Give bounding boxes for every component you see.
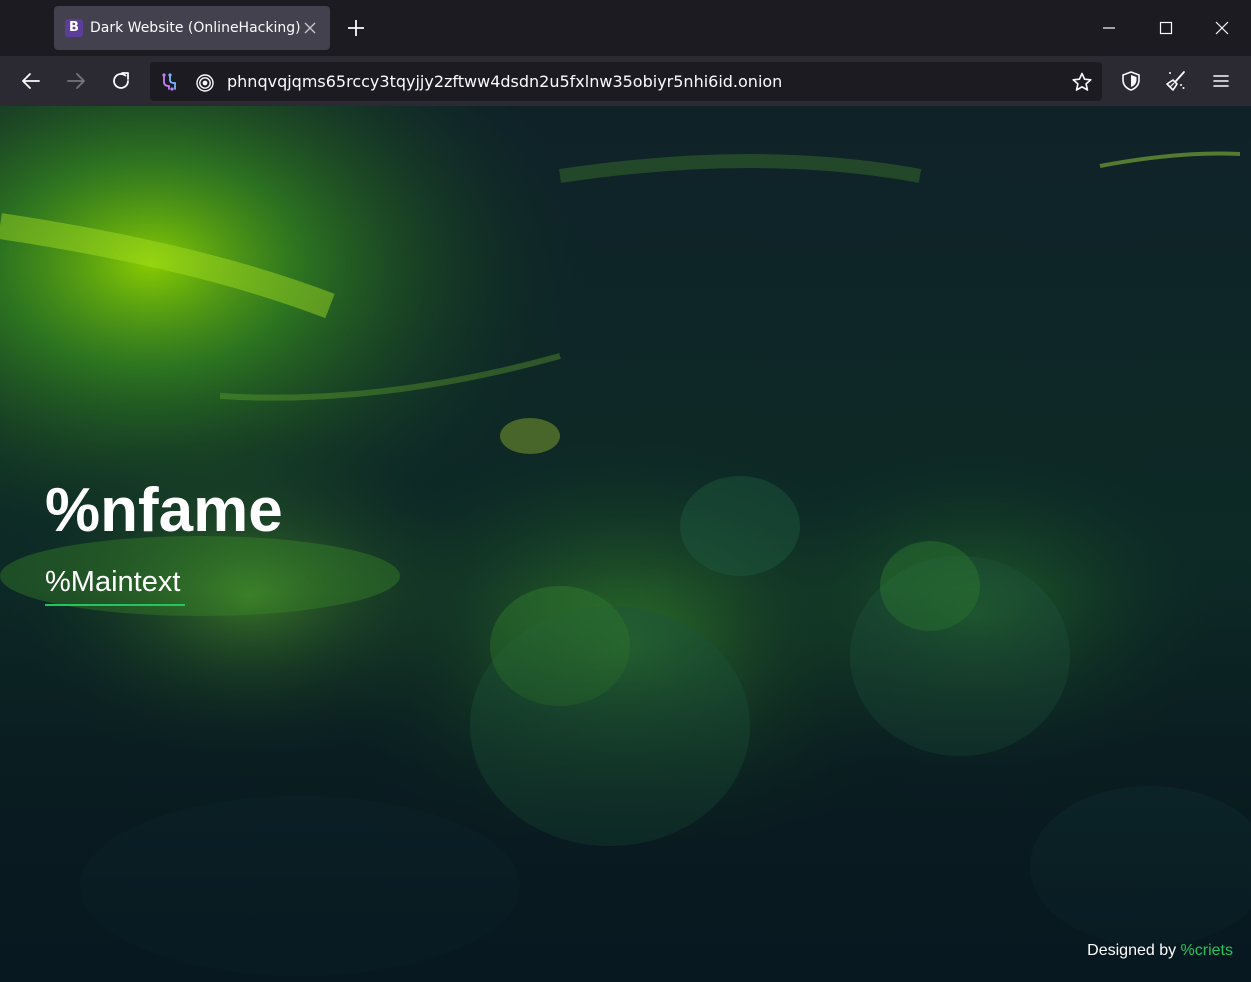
- tab-active[interactable]: B Dark Website (OnlineHacking): [54, 6, 330, 50]
- minimize-icon[interactable]: [1097, 16, 1121, 40]
- navigation-toolbar: phnqvqjqms65rccy3tqyjjy2zftww4dsdn2u5fxl…: [0, 56, 1251, 106]
- footer-credit: Designed by %criets: [1087, 942, 1233, 960]
- tor-circuit-icon[interactable]: [160, 72, 180, 92]
- address-bar[interactable]: phnqvqjqms65rccy3tqyjjy2zftww4dsdn2u5fxl…: [150, 62, 1102, 101]
- footer-author-link[interactable]: %criets: [1181, 942, 1233, 959]
- arrow-right-icon[interactable]: [64, 69, 88, 93]
- shield-icon[interactable]: [1119, 69, 1143, 93]
- maximize-icon[interactable]: [1154, 16, 1178, 40]
- tab-favicon: B: [65, 19, 83, 37]
- arrow-left-icon[interactable]: [19, 69, 43, 93]
- hero-underline: [45, 604, 185, 606]
- footer-prefix: Designed by: [1087, 942, 1181, 959]
- star-icon[interactable]: [1071, 71, 1093, 93]
- tab-bar: B Dark Website (OnlineHacking): [0, 0, 1251, 56]
- onion-icon[interactable]: [195, 72, 215, 92]
- hero-title: %nfame: [45, 476, 283, 545]
- broom-icon[interactable]: [1164, 69, 1188, 93]
- browser-window: B Dark Website (OnlineHacking) phnqvqjqm…: [0, 0, 1251, 982]
- hamburger-icon[interactable]: [1209, 69, 1233, 93]
- reload-icon[interactable]: [109, 69, 133, 93]
- plus-icon[interactable]: [344, 16, 368, 40]
- close-icon[interactable]: [300, 18, 320, 38]
- url-text[interactable]: phnqvqjqms65rccy3tqyjjy2zftww4dsdn2u5fxl…: [227, 73, 782, 91]
- tab-title: Dark Website (OnlineHacking): [90, 20, 301, 36]
- window-close-icon[interactable]: [1210, 16, 1234, 40]
- hero-maintext: %Maintext: [45, 566, 181, 598]
- page-viewport: %nfame %Maintext Designed by %criets: [0, 106, 1251, 982]
